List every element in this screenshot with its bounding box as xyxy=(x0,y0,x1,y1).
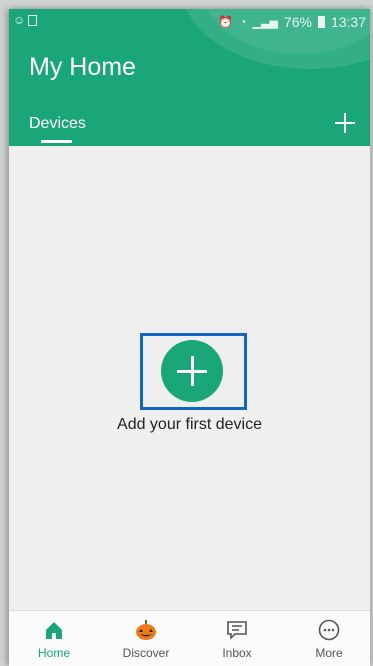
status-notification-icons: ☺ xyxy=(13,13,38,27)
add-first-device-label: Add your first device xyxy=(117,416,262,433)
status-right: ⏰ ◔ ▁▃▅ 76% 13:37 xyxy=(218,14,366,30)
battery-icon xyxy=(317,16,325,28)
nav-inbox[interactable]: Inbox xyxy=(197,611,277,666)
add-device-icon[interactable] xyxy=(333,111,357,135)
nav-home-label: Home xyxy=(37,646,70,660)
add-first-device-button[interactable] xyxy=(161,340,223,402)
clock: 13:37 xyxy=(330,14,366,30)
battery-text: 76% xyxy=(283,14,312,30)
tab-devices[interactable]: Devices xyxy=(29,115,86,133)
nav-discover-label: Discover xyxy=(122,646,170,660)
phone-screen: ☺ ⏰ ◔ ▁▃▅ 76% 13:37 My Home Devices Add … xyxy=(9,9,370,666)
app-header: ☺ ⏰ ◔ ▁▃▅ 76% 13:37 My Home Devices xyxy=(9,9,370,146)
status-bar: ☺ ⏰ ◔ ▁▃▅ 76% 13:37 xyxy=(9,9,370,33)
nav-inbox-label: Inbox xyxy=(222,646,252,660)
nav-home[interactable]: Home xyxy=(14,611,94,666)
sim-icon xyxy=(28,15,38,27)
tab-indicator xyxy=(41,140,72,143)
wifi-icon: ◔ xyxy=(239,15,247,29)
page-title: My Home xyxy=(29,53,136,81)
pumpkin-icon xyxy=(136,620,156,640)
bottom-navigation: Home Discover Inbox More xyxy=(9,610,370,666)
more-icon xyxy=(318,619,340,641)
nav-more-label: More xyxy=(315,646,343,660)
nav-more[interactable]: More xyxy=(289,611,369,666)
alarm-icon: ⏰ xyxy=(218,15,234,29)
home-icon xyxy=(46,622,62,639)
nav-discover[interactable]: Discover xyxy=(106,611,186,666)
smiley-icon: ☺ xyxy=(13,13,29,27)
message-icon xyxy=(227,621,247,640)
signal-icon: ▁▃▅ xyxy=(252,16,278,29)
